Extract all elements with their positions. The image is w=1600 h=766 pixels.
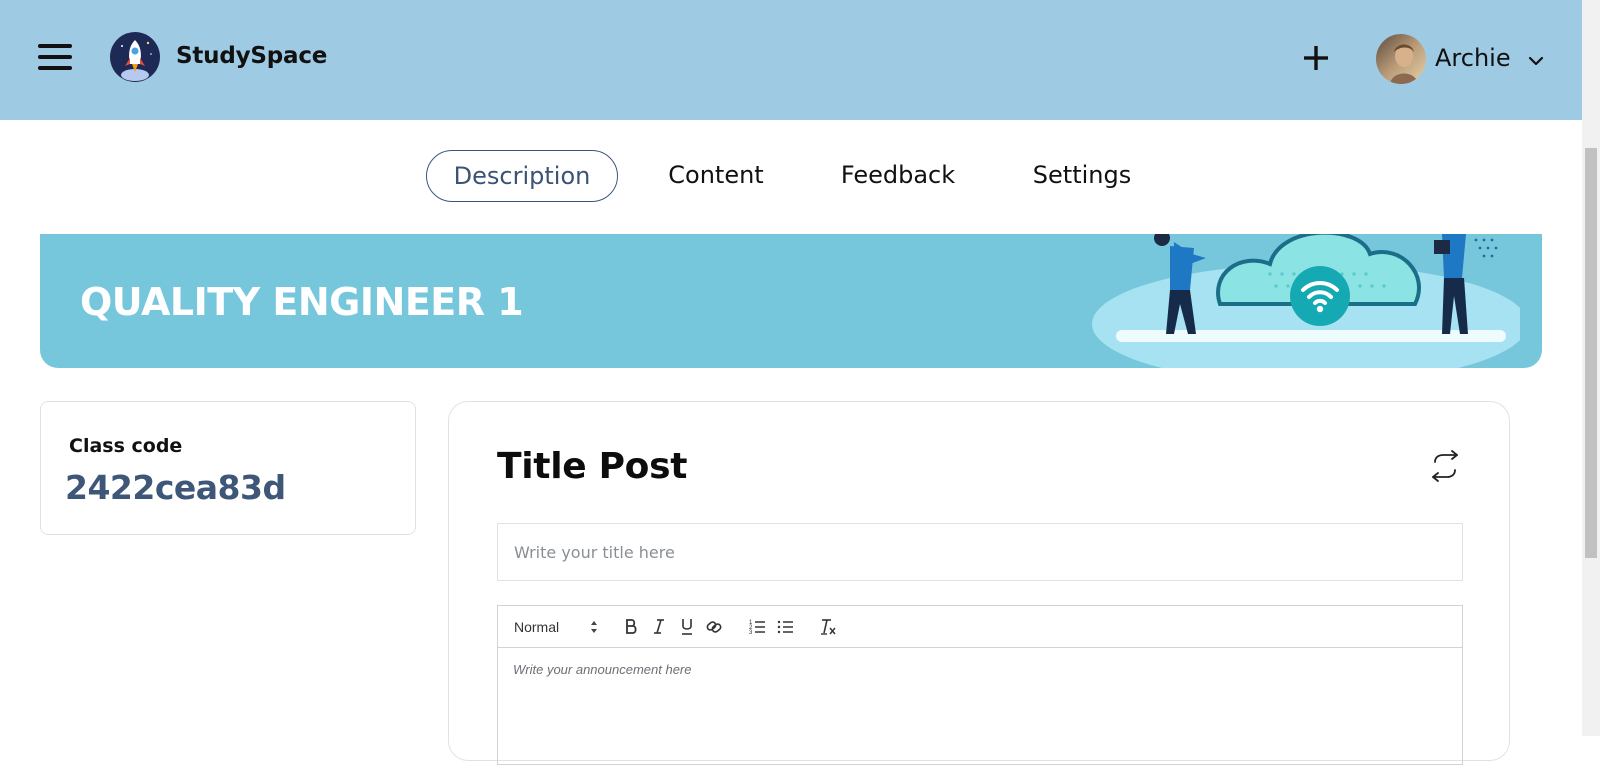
chevron-down-icon[interactable] (1528, 52, 1544, 66)
cloud-wifi-illustration (1070, 234, 1528, 368)
class-tabs: Description Content Feedback Settings (0, 150, 1582, 202)
brand-name[interactable]: StudySpace (176, 43, 327, 69)
bullet-list-icon[interactable] (776, 614, 796, 640)
text-format-select[interactable]: Normal (514, 614, 600, 640)
swap-arrows-icon[interactable] (1427, 450, 1463, 482)
italic-icon[interactable] (650, 614, 668, 640)
tab-content[interactable]: Content (656, 150, 776, 200)
clear-format-icon[interactable] (818, 614, 838, 640)
svg-text:3: 3 (749, 630, 753, 636)
post-title-input[interactable] (497, 523, 1463, 581)
link-icon[interactable] (704, 614, 724, 640)
class-code-label: Class code (69, 435, 183, 457)
top-header: StudySpace Archie (0, 0, 1582, 120)
add-class-plus-icon[interactable] (1302, 44, 1330, 72)
announcement-text-area[interactable]: Write your announcement here (498, 648, 1462, 766)
scrollbar-thumb[interactable] (1585, 148, 1597, 558)
post-card: Title Post Normal (448, 401, 1510, 765)
post-heading: Title Post (497, 446, 688, 487)
ordered-list-icon[interactable]: 123 (748, 614, 768, 640)
user-name[interactable]: Archie (1435, 44, 1511, 72)
class-banner: QUALITY ENGINEER 1 (40, 234, 1542, 368)
text-format-value: Normal (514, 619, 560, 635)
bold-icon[interactable] (622, 614, 640, 640)
announcement-editor: Normal 123 Write your announcement here (497, 605, 1463, 765)
editor-toolbar: Normal 123 (498, 606, 1462, 648)
hamburger-menu-icon[interactable] (38, 44, 72, 70)
underline-icon[interactable] (678, 614, 696, 640)
tab-description[interactable]: Description (426, 150, 618, 202)
tab-settings[interactable]: Settings (1020, 150, 1144, 200)
user-avatar[interactable] (1376, 34, 1426, 84)
studyspace-logo-icon[interactable] (110, 32, 160, 82)
class-code-card: Class code 2422cea83d (40, 401, 416, 535)
class-code-value[interactable]: 2422cea83d (65, 468, 286, 507)
select-arrows-icon (591, 621, 597, 633)
tab-feedback[interactable]: Feedback (828, 150, 968, 200)
class-name-title: QUALITY ENGINEER 1 (80, 280, 524, 324)
